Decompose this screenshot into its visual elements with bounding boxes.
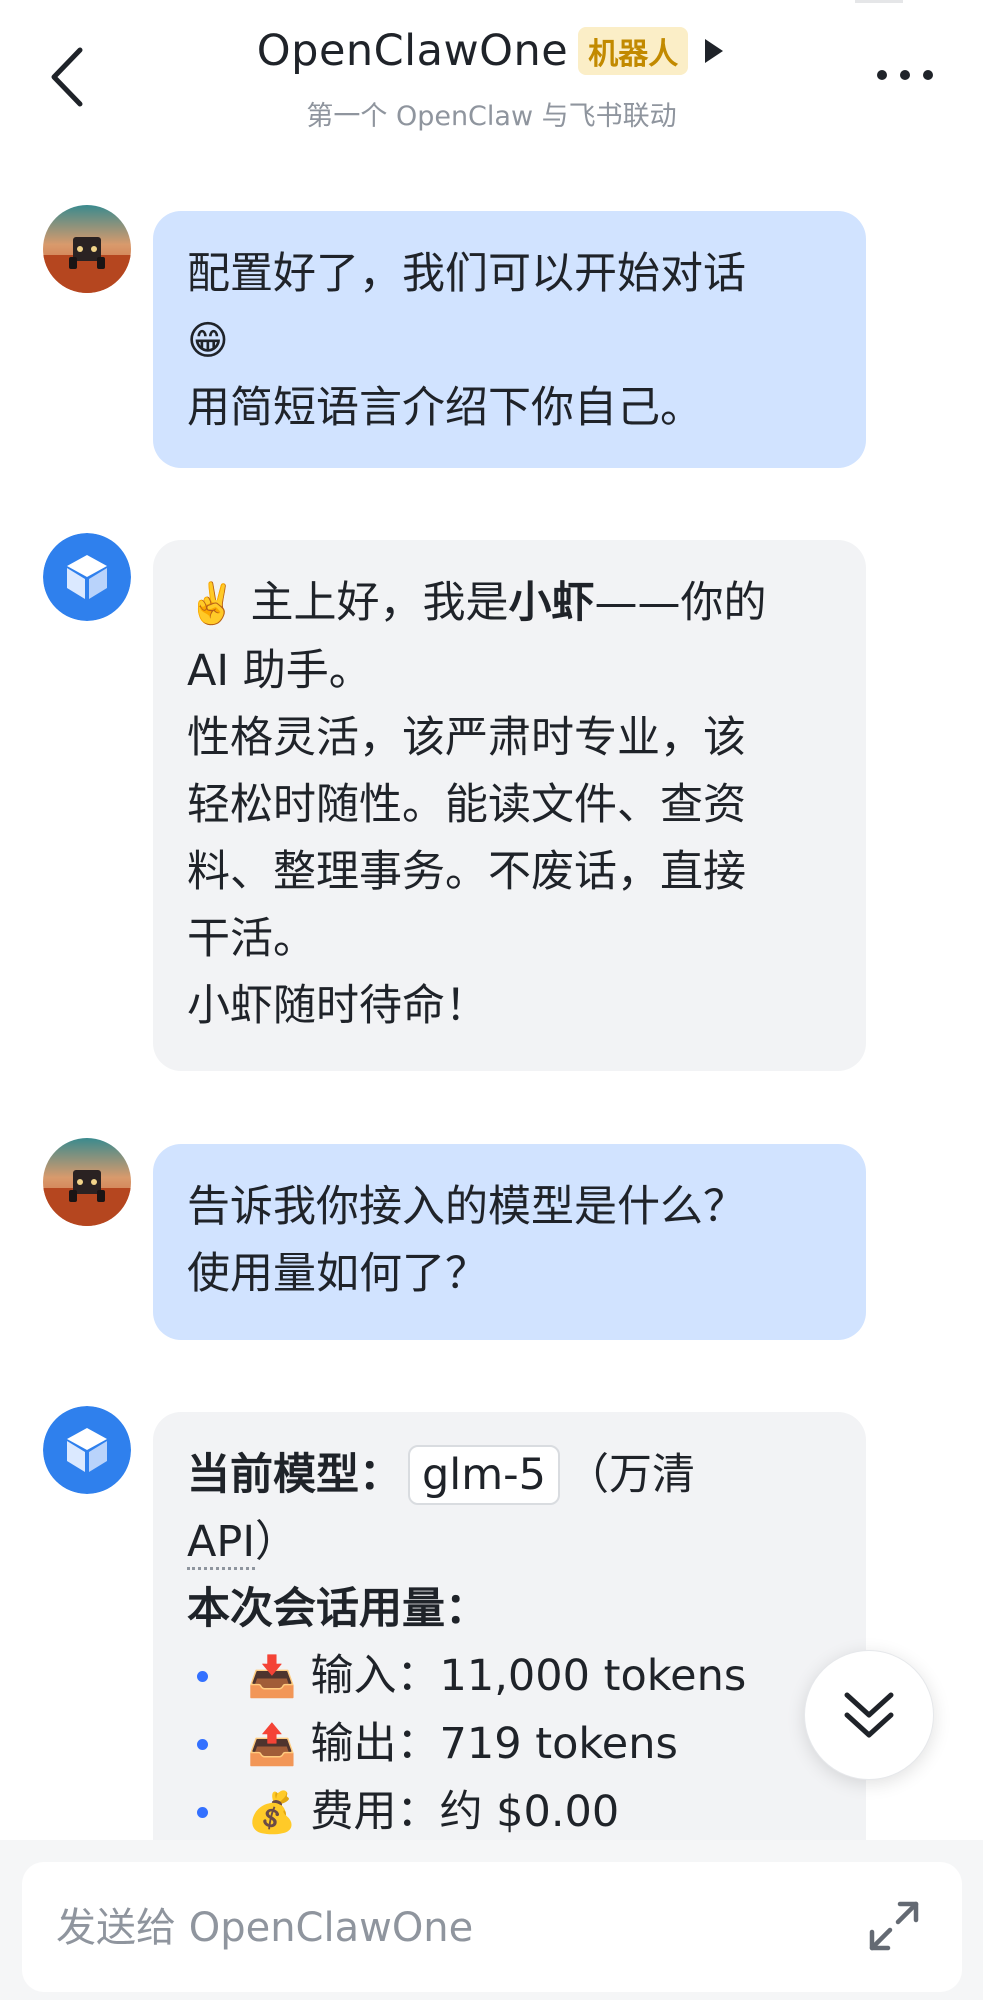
message-text: 用简短语言介绍下你自己。 [187,383,703,433]
usage-input-text: 输入：11,000 tokens [310,1651,747,1701]
outbox-tray-icon: 📤 [247,1722,297,1768]
expand-arrows-icon [869,1901,919,1951]
message-text: 性格灵活，该严肃时专业，该 [187,713,746,763]
usage-title: 本次会话用量： [187,1584,488,1634]
model-api-line: API） [187,1509,832,1576]
more-dots-icon [877,70,887,80]
money-bag-icon: 💰 [247,1790,297,1836]
bot-avatar[interactable] [43,533,131,621]
user-avatar[interactable] [43,205,131,293]
usage-list: 📥 输入：11,000 tokens 📤 输出：719 tokens 💰 费用：… [187,1643,832,1847]
title-row[interactable]: OpenClawOne 机器人 [0,26,983,76]
usage-output-item: 📤 输出：719 tokens [187,1711,832,1779]
model-label: 当前模型： [187,1450,402,1500]
message-intro: ✌️ 主上好，我是小虾——你的 [187,570,832,638]
more-dots-icon [900,70,910,80]
victory-hand-icon: ✌️ [187,581,237,627]
inbox-tray-icon: 📥 [247,1654,297,1700]
more-dots-icon [923,70,933,80]
scroll-to-bottom-button[interactable] [804,1650,934,1780]
expand-button[interactable] [866,1898,922,1954]
message-bubble-bot[interactable]: ✌️ 主上好，我是小虾——你的 AI 助手。 性格灵活，该严肃时专业，该 轻松时… [153,540,866,1071]
bot-badge: 机器人 [578,27,689,75]
chat-header: OpenClawOne 机器人 第一个 OpenClaw 与飞书联动 [0,0,983,140]
message-text: 干活。 [187,914,316,964]
message-text: AI 助手。 [187,646,372,696]
more-options-button[interactable] [875,64,935,88]
message-text: 使用量如何了？ [187,1249,488,1299]
model-name-chip: glm-5 [408,1445,561,1505]
message-text: 料、整理事务。不废话，直接 [187,847,746,897]
bot-avatar[interactable] [43,1406,131,1494]
intro-text: 主上好，我是 [250,578,509,628]
message-bubble-user[interactable]: 配置好了，我们可以开始对话 😁 用简短语言介绍下你自己。 [153,211,866,468]
chat-subtitle: 第一个 OpenClaw 与飞书联动 [306,101,677,132]
model-provider: （万清 [566,1450,696,1500]
message-bubble-bot[interactable]: 当前模型： glm-5 （万清 API） 本次会话用量： 📥 输入：11,000 t… [153,1412,866,1872]
message-emoji: 😁 [187,318,229,364]
model-line: 当前模型： glm-5 （万清 [187,1442,832,1509]
user-avatar[interactable] [43,1138,131,1226]
model-close: ） [255,1517,299,1567]
api-term[interactable]: API [187,1517,256,1570]
message-text: 告诉我你接入的模型是什么？ [187,1182,746,1232]
message-text: 轻松时随性。能读文件、查资 [187,780,746,830]
intro-text-tail: ——你的 [594,578,767,628]
usage-output-text: 输出：719 tokens [310,1719,678,1769]
usage-cost-item: 💰 费用：约 $0.00 [187,1779,832,1847]
play-triangle-icon [705,39,724,63]
chat-title: OpenClawOne [256,26,569,76]
composer [22,1862,962,1992]
message-bubble-user[interactable]: 告诉我你接入的模型是什么？ 使用量如何了？ [153,1144,866,1340]
message-input[interactable] [54,1892,838,1964]
message-text: 配置好了，我们可以开始对话 [187,249,746,299]
usage-input-item: 📥 输入：11,000 tokens [187,1643,832,1711]
message-text: 小虾随时待命！ [187,981,488,1031]
usage-cost-text: 费用：约 $0.00 [310,1787,620,1837]
assistant-name: 小虾 [508,578,595,628]
double-chevron-down-icon [844,1692,894,1738]
status-mark [855,0,903,3]
